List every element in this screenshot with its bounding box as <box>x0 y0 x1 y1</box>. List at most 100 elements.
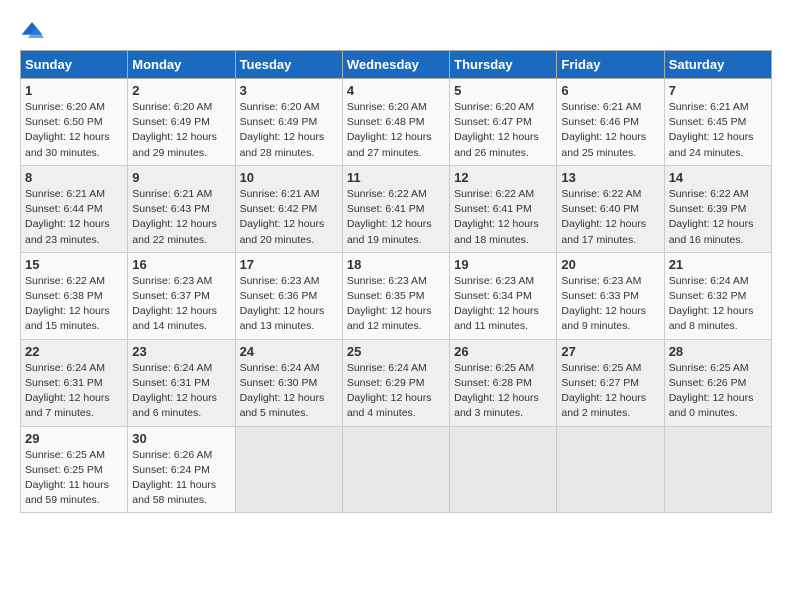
header <box>20 20 772 40</box>
day-detail: Sunrise: 6:21 AM Sunset: 6:44 PM Dayligh… <box>25 187 123 248</box>
day-detail: Sunrise: 6:22 AM Sunset: 6:39 PM Dayligh… <box>669 187 767 248</box>
calendar-cell: 28 Sunrise: 6:25 AM Sunset: 6:26 PM Dayli… <box>664 339 771 426</box>
day-detail: Sunrise: 6:24 AM Sunset: 6:29 PM Dayligh… <box>347 361 445 422</box>
day-number: 30 <box>132 431 230 446</box>
calendar-cell: 8 Sunrise: 6:21 AM Sunset: 6:44 PM Daylig… <box>21 165 128 252</box>
day-detail: Sunrise: 6:20 AM Sunset: 6:49 PM Dayligh… <box>240 100 338 161</box>
day-number: 25 <box>347 344 445 359</box>
day-detail: Sunrise: 6:25 AM Sunset: 6:27 PM Dayligh… <box>561 361 659 422</box>
day-number: 9 <box>132 170 230 185</box>
day-detail: Sunrise: 6:22 AM Sunset: 6:41 PM Dayligh… <box>347 187 445 248</box>
day-detail: Sunrise: 6:23 AM Sunset: 6:34 PM Dayligh… <box>454 274 552 335</box>
day-detail: Sunrise: 6:24 AM Sunset: 6:31 PM Dayligh… <box>132 361 230 422</box>
calendar-cell: 3Sunrise: 6:20 AM Sunset: 6:49 PM Daylig… <box>235 79 342 166</box>
day-detail: Sunrise: 6:23 AM Sunset: 6:37 PM Dayligh… <box>132 274 230 335</box>
day-detail: Sunrise: 6:20 AM Sunset: 6:49 PM Dayligh… <box>132 100 230 161</box>
calendar-cell: 17 Sunrise: 6:23 AM Sunset: 6:36 PM Dayli… <box>235 252 342 339</box>
calendar-cell: 10 Sunrise: 6:21 AM Sunset: 6:42 PM Dayli… <box>235 165 342 252</box>
day-detail: Sunrise: 6:20 AM Sunset: 6:50 PM Dayligh… <box>25 100 123 161</box>
day-number: 16 <box>132 257 230 272</box>
day-detail: Sunrise: 6:24 AM Sunset: 6:32 PM Dayligh… <box>669 274 767 335</box>
calendar-cell: 20Sunrise: 6:23 AM Sunset: 6:33 PM Dayli… <box>557 252 664 339</box>
col-header-friday: Friday <box>557 51 664 79</box>
calendar-cell: 7 Sunrise: 6:21 AM Sunset: 6:45 PM Daylig… <box>664 79 771 166</box>
day-number: 21 <box>669 257 767 272</box>
day-number: 22 <box>25 344 123 359</box>
day-detail: Sunrise: 6:21 AM Sunset: 6:46 PM Dayligh… <box>561 100 659 161</box>
day-number: 18 <box>347 257 445 272</box>
calendar-cell: 16 Sunrise: 6:23 AM Sunset: 6:37 PM Dayli… <box>128 252 235 339</box>
calendar-cell: 14 Sunrise: 6:22 AM Sunset: 6:39 PM Dayli… <box>664 165 771 252</box>
day-number: 28 <box>669 344 767 359</box>
day-number: 27 <box>561 344 659 359</box>
day-detail: Sunrise: 6:25 AM Sunset: 6:26 PM Dayligh… <box>669 361 767 422</box>
day-number: 10 <box>240 170 338 185</box>
day-detail: Sunrise: 6:22 AM Sunset: 6:38 PM Dayligh… <box>25 274 123 335</box>
day-detail: Sunrise: 6:25 AM Sunset: 6:28 PM Dayligh… <box>454 361 552 422</box>
day-number: 29 <box>25 431 123 446</box>
logo <box>20 20 48 40</box>
calendar-cell: 1 Sunrise: 6:20 AM Sunset: 6:50 PM Daylig… <box>21 79 128 166</box>
day-number: 2 <box>132 83 230 98</box>
calendar-week-4: 22 Sunrise: 6:24 AM Sunset: 6:31 PM Dayli… <box>21 339 772 426</box>
day-detail: Sunrise: 6:23 AM Sunset: 6:36 PM Dayligh… <box>240 274 338 335</box>
day-detail: Sunrise: 6:21 AM Sunset: 6:45 PM Dayligh… <box>669 100 767 161</box>
col-header-tuesday: Tuesday <box>235 51 342 79</box>
col-header-monday: Monday <box>128 51 235 79</box>
day-number: 1 <box>25 83 123 98</box>
day-number: 8 <box>25 170 123 185</box>
calendar-week-1: 1 Sunrise: 6:20 AM Sunset: 6:50 PM Daylig… <box>21 79 772 166</box>
calendar-cell <box>664 426 771 513</box>
calendar-week-3: 15 Sunrise: 6:22 AM Sunset: 6:38 PM Dayli… <box>21 252 772 339</box>
day-number: 14 <box>669 170 767 185</box>
day-detail: Sunrise: 6:22 AM Sunset: 6:40 PM Dayligh… <box>561 187 659 248</box>
day-number: 4 <box>347 83 445 98</box>
day-number: 7 <box>669 83 767 98</box>
day-number: 12 <box>454 170 552 185</box>
calendar-table: SundayMondayTuesdayWednesdayThursdayFrid… <box>20 50 772 513</box>
day-detail: Sunrise: 6:20 AM Sunset: 6:47 PM Dayligh… <box>454 100 552 161</box>
calendar-cell: 25 Sunrise: 6:24 AM Sunset: 6:29 PM Dayli… <box>342 339 449 426</box>
day-number: 5 <box>454 83 552 98</box>
calendar-cell: 2 Sunrise: 6:20 AM Sunset: 6:49 PM Daylig… <box>128 79 235 166</box>
calendar-cell: 5 Sunrise: 6:20 AM Sunset: 6:47 PM Daylig… <box>450 79 557 166</box>
calendar-cell: 23 Sunrise: 6:24 AM Sunset: 6:31 PM Dayli… <box>128 339 235 426</box>
day-detail: Sunrise: 6:21 AM Sunset: 6:42 PM Dayligh… <box>240 187 338 248</box>
calendar-cell: 30 Sunrise: 6:26 AM Sunset: 6:24 PM Dayli… <box>128 426 235 513</box>
calendar-cell <box>235 426 342 513</box>
calendar-cell: 12 Sunrise: 6:22 AM Sunset: 6:41 PM Dayli… <box>450 165 557 252</box>
day-number: 15 <box>25 257 123 272</box>
day-number: 19 <box>454 257 552 272</box>
col-header-thursday: Thursday <box>450 51 557 79</box>
day-detail: Sunrise: 6:24 AM Sunset: 6:30 PM Dayligh… <box>240 361 338 422</box>
calendar-cell: 29Sunrise: 6:25 AM Sunset: 6:25 PM Dayli… <box>21 426 128 513</box>
day-detail: Sunrise: 6:23 AM Sunset: 6:33 PM Dayligh… <box>561 274 659 335</box>
calendar-cell: 24Sunrise: 6:24 AM Sunset: 6:30 PM Dayli… <box>235 339 342 426</box>
day-number: 23 <box>132 344 230 359</box>
day-detail: Sunrise: 6:24 AM Sunset: 6:31 PM Dayligh… <box>25 361 123 422</box>
calendar-cell: 4Sunrise: 6:20 AM Sunset: 6:48 PM Daylig… <box>342 79 449 166</box>
day-number: 11 <box>347 170 445 185</box>
day-number: 17 <box>240 257 338 272</box>
calendar-cell: 18 Sunrise: 6:23 AM Sunset: 6:35 PM Dayli… <box>342 252 449 339</box>
day-detail: Sunrise: 6:21 AM Sunset: 6:43 PM Dayligh… <box>132 187 230 248</box>
col-header-saturday: Saturday <box>664 51 771 79</box>
calendar-cell: 13 Sunrise: 6:22 AM Sunset: 6:40 PM Dayli… <box>557 165 664 252</box>
calendar-cell <box>557 426 664 513</box>
col-header-wednesday: Wednesday <box>342 51 449 79</box>
day-number: 26 <box>454 344 552 359</box>
calendar-cell <box>450 426 557 513</box>
calendar-cell: 11 Sunrise: 6:22 AM Sunset: 6:41 PM Dayli… <box>342 165 449 252</box>
logo-icon <box>20 20 44 40</box>
calendar-cell <box>342 426 449 513</box>
calendar-cell: 15 Sunrise: 6:22 AM Sunset: 6:38 PM Dayli… <box>21 252 128 339</box>
calendar-cell: 26 Sunrise: 6:25 AM Sunset: 6:28 PM Dayli… <box>450 339 557 426</box>
day-number: 13 <box>561 170 659 185</box>
day-detail: Sunrise: 6:22 AM Sunset: 6:41 PM Dayligh… <box>454 187 552 248</box>
calendar-cell: 6Sunrise: 6:21 AM Sunset: 6:46 PM Daylig… <box>557 79 664 166</box>
day-detail: Sunrise: 6:23 AM Sunset: 6:35 PM Dayligh… <box>347 274 445 335</box>
calendar-week-5: 29Sunrise: 6:25 AM Sunset: 6:25 PM Dayli… <box>21 426 772 513</box>
calendar-cell: 27 Sunrise: 6:25 AM Sunset: 6:27 PM Dayli… <box>557 339 664 426</box>
day-detail: Sunrise: 6:26 AM Sunset: 6:24 PM Dayligh… <box>132 448 230 509</box>
calendar-cell: 21 Sunrise: 6:24 AM Sunset: 6:32 PM Dayli… <box>664 252 771 339</box>
